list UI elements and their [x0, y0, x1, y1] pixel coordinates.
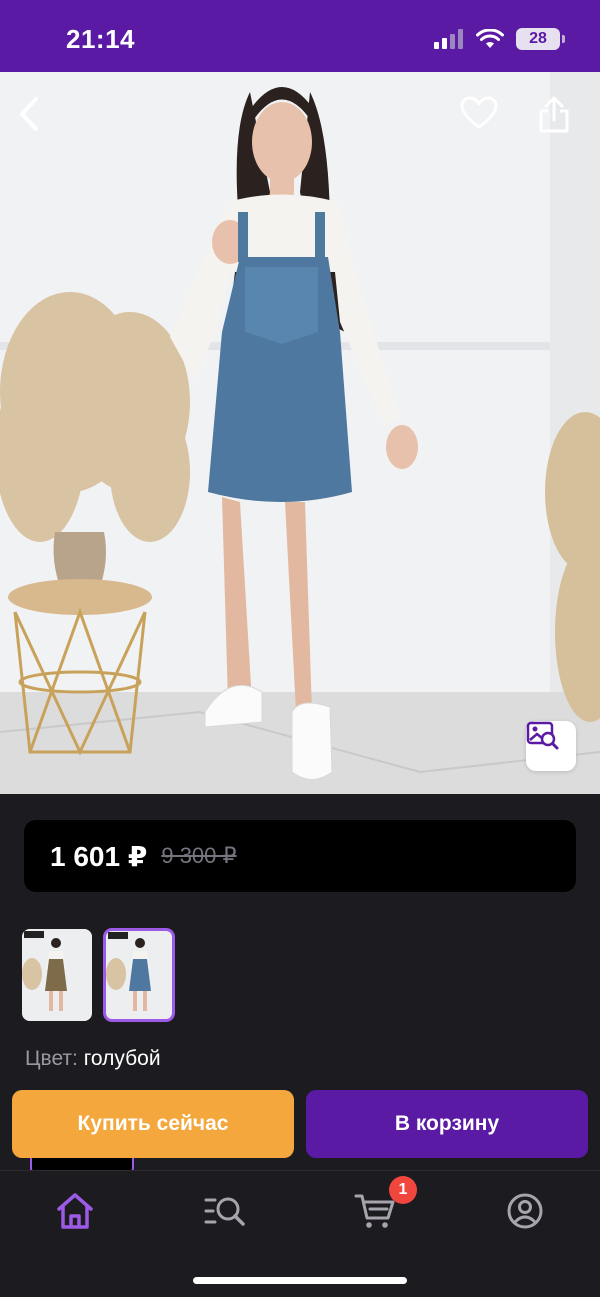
back-button[interactable] — [14, 96, 62, 144]
cellular-signal-icon — [434, 29, 463, 49]
add-to-cart-button[interactable]: В корзину — [306, 1090, 588, 1158]
heart-icon — [460, 96, 498, 129]
battery-indicator: 28 — [516, 28, 565, 50]
tab-profile[interactable] — [495, 1189, 555, 1233]
image-search-icon — [526, 721, 559, 750]
tab-home[interactable] — [45, 1189, 105, 1233]
home-indicator — [193, 1277, 407, 1284]
status-bar: 21:14 28 — [0, 0, 600, 72]
price-current: 1 601 ₽ — [50, 840, 148, 872]
color-value: голубой — [83, 1047, 161, 1070]
tab-catalog[interactable] — [195, 1189, 255, 1233]
status-time: 21:14 — [66, 24, 135, 54]
variant-thumbnails — [22, 928, 175, 1022]
visual-search-button[interactable] — [526, 721, 576, 771]
action-buttons: Купить сейчас В корзину — [12, 1090, 588, 1158]
home-icon — [57, 1193, 93, 1229]
thumbnail-photo — [22, 929, 92, 1021]
status-icons: 28 — [434, 28, 565, 50]
color-info: Цвет: голубой — [25, 1047, 161, 1071]
catalog-search-icon — [204, 1197, 245, 1226]
share-button[interactable] — [538, 96, 586, 144]
profile-icon — [507, 1193, 543, 1229]
product-photo — [0, 72, 600, 794]
product-image[interactable] — [0, 72, 600, 794]
buy-now-button[interactable]: Купить сейчас — [12, 1090, 294, 1158]
cart-badge: 1 — [389, 1176, 417, 1204]
thumbnail-photo — [104, 929, 174, 1021]
share-icon — [539, 96, 569, 133]
price-box: 1 601 ₽ 9 300 ₽ — [24, 820, 576, 892]
cart-icon — [354, 1194, 395, 1228]
price-old: 9 300 ₽ — [161, 843, 237, 868]
color-label: Цвет: — [25, 1047, 78, 1070]
variant-thumbnail-blue[interactable] — [103, 928, 175, 1022]
chevron-left-icon — [20, 97, 38, 131]
wifi-icon — [476, 29, 504, 48]
favorite-button[interactable] — [460, 96, 508, 144]
variant-thumbnail-brown[interactable] — [22, 929, 92, 1021]
